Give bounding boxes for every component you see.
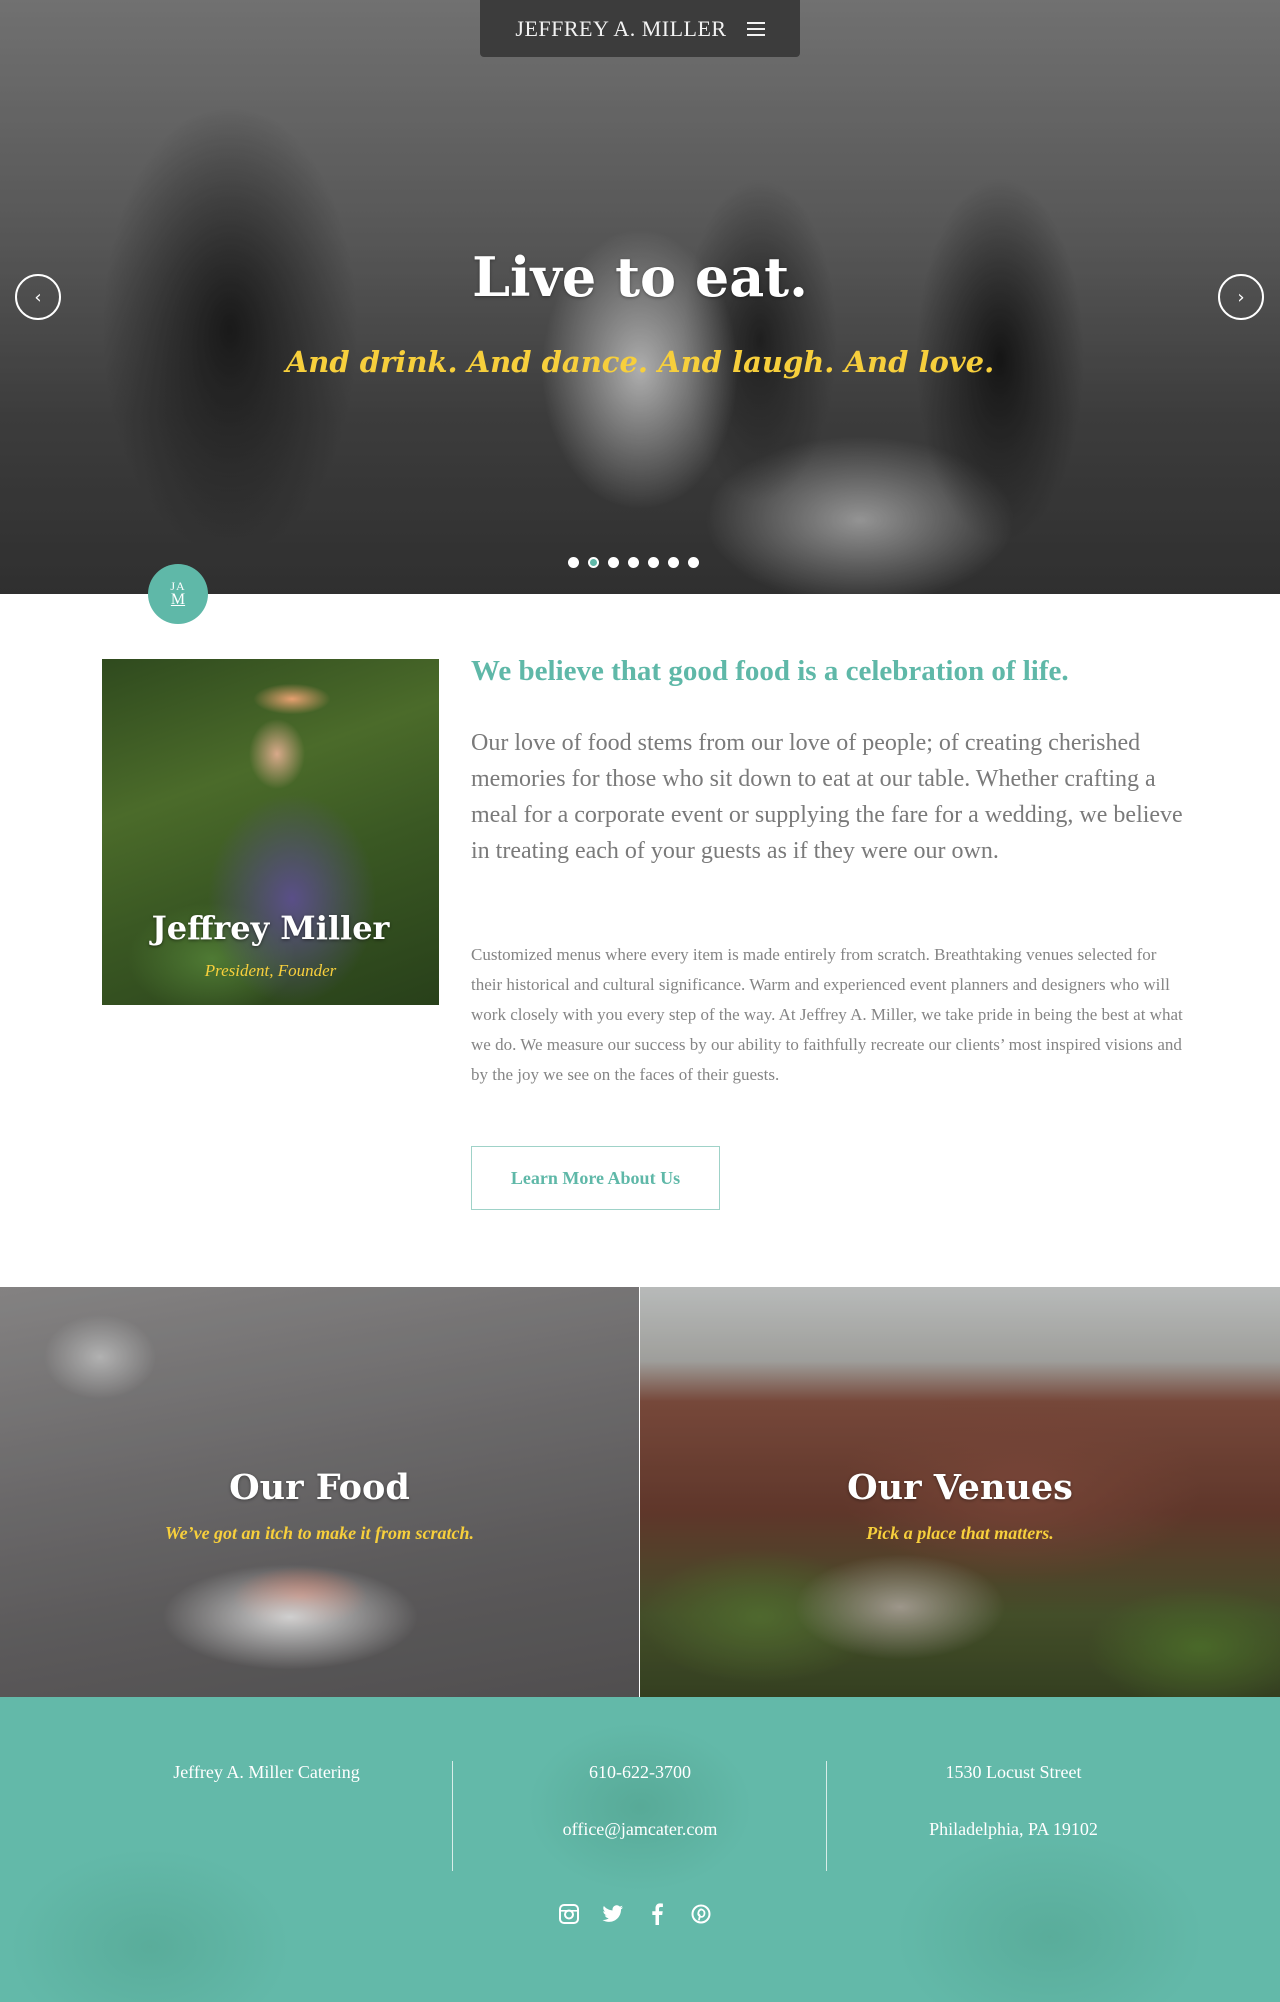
twitter-icon[interactable] (602, 1903, 624, 1925)
hamburger-menu-icon[interactable] (746, 21, 765, 36)
footer-company-name: Jeffrey A. Miller Catering (173, 1762, 360, 1782)
learn-more-button[interactable]: Learn More About Us (471, 1146, 720, 1210)
site-header[interactable]: JEFFREY A. MILLER (480, 0, 800, 57)
food-tile-subtitle: We’ve got an itch to make it from scratc… (164, 1523, 475, 1543)
footer-address-column: 1530 Locust Street Philadelphia, PA 1910… (827, 1762, 1200, 1876)
venues-tile-subtitle: Pick a place that matters. (866, 1523, 1054, 1543)
badge-line-2: M (170, 591, 186, 608)
footer-contact-column: 610-622-3700 office@jamcater.com (453, 1762, 827, 1876)
slider-dot-active[interactable] (588, 557, 599, 568)
founder-portrait: Jeffrey Miller President, Founder (102, 659, 439, 1005)
footer-street: 1530 Locust Street (945, 1762, 1082, 1782)
slider-dot[interactable] (668, 557, 679, 568)
footer-company-column: Jeffrey A. Miller Catering (80, 1762, 453, 1819)
portrait-name: Jeffrey Miller (151, 909, 390, 947)
slider-dot[interactable] (688, 557, 699, 568)
venues-tile-title[interactable]: Our Venues (640, 1467, 1280, 1508)
pinterest-icon[interactable] (690, 1903, 712, 1925)
social-links (558, 1903, 712, 1925)
about-body-paragraph: Customized menus where every item is mad… (471, 945, 1183, 1084)
chevron-left-icon: ‹ (34, 286, 42, 308)
slider-pagination (568, 557, 699, 568)
instagram-icon[interactable] (558, 1903, 580, 1925)
site-footer: Jeffrey A. Miller Catering 610-622-3700 … (0, 1697, 1280, 2002)
portrait-role: President, Founder (204, 961, 337, 980)
slider-dot[interactable] (648, 557, 659, 568)
footer-phone-link[interactable]: 610-622-3700 (453, 1762, 827, 1819)
food-tile-title[interactable]: Our Food (0, 1467, 639, 1508)
about-lead-paragraph: Our love of food stems from our love of … (471, 730, 1183, 864)
about-headline: We believe that good food is a celebrati… (471, 655, 1069, 687)
our-venues-tile[interactable]: Our Venues Pick a place that matters. (640, 1287, 1280, 1697)
footer-email-link[interactable]: office@jamcater.com (453, 1819, 827, 1876)
chevron-right-icon: › (1237, 286, 1245, 308)
slider-next-button[interactable]: › (1218, 274, 1264, 320)
slider-dot[interactable] (568, 557, 579, 568)
hero-title: Live to eat. (472, 245, 808, 309)
hero-slider: JEFFREY A. MILLER Live to eat. And drink… (0, 0, 1280, 594)
slider-dot[interactable] (608, 557, 619, 568)
brand-logo[interactable]: JEFFREY A. MILLER (515, 16, 726, 42)
slider-dot[interactable] (628, 557, 639, 568)
jam-monogram-badge: JA M (148, 564, 208, 624)
facebook-icon[interactable] (646, 1903, 668, 1925)
hero-subtitle: And drink. And dance. And laugh. And lov… (285, 345, 995, 379)
our-food-tile[interactable]: Our Food We’ve got an itch to make it fr… (0, 1287, 639, 1697)
footer-city: Philadelphia, PA 19102 (929, 1819, 1098, 1839)
slider-prev-button[interactable]: ‹ (15, 274, 61, 320)
